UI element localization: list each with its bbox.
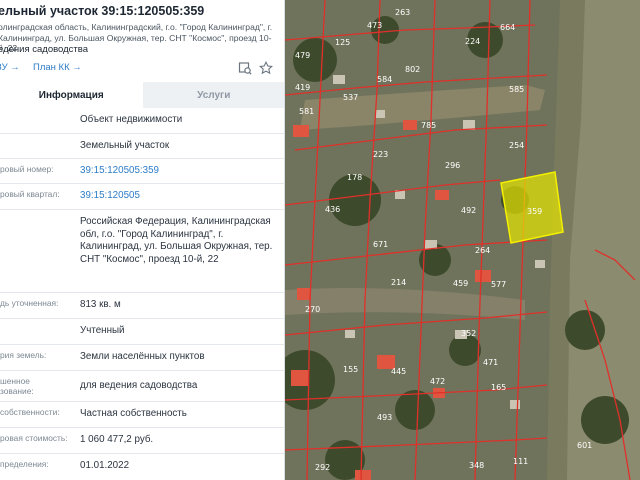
parcel-label: 125 (335, 38, 350, 47)
parcel-label: 577 (491, 280, 506, 289)
parcel-label: 264 (475, 246, 490, 255)
info-value: 1 060 477,2 руб. (80, 434, 154, 445)
parcel-label: 584 (377, 75, 392, 84)
info-label: шенное зование: (0, 376, 34, 396)
parcel-label: 155 (343, 365, 358, 374)
parcel-label: 802 (405, 65, 420, 74)
info-value: для ведения садоводства (80, 380, 198, 391)
info-row: ровый квартал: 39:15:120505 (0, 184, 284, 210)
info-value: 01.01.2022 (80, 460, 130, 471)
parcel-label: 472 (430, 377, 445, 386)
info-row: дь уточненная: 813 кв. м (0, 293, 284, 319)
parcel-label: 537 (343, 93, 358, 102)
parcel-label: 585 (509, 85, 524, 94)
parcel-label: 292 (315, 463, 330, 472)
parcel-label: 178 (347, 173, 362, 182)
info-row: Учтенный (0, 319, 284, 345)
info-row: ровый номер: 39:15:120505:359 (0, 159, 284, 184)
parcel-label: 664 (500, 23, 515, 32)
parcel-label: 785 (421, 121, 436, 130)
info-value: Частная собственность (80, 408, 187, 419)
parcel-label: 471 (483, 358, 498, 367)
cadastral-quarter-link[interactable]: 39:15:120505 (78, 184, 284, 209)
plan-kk-link[interactable]: План КК → (33, 62, 82, 73)
info-label: собственности: (0, 407, 60, 417)
info-row: шенное зование: для ведения садоводства (0, 371, 284, 402)
parcel-label: 359 (527, 207, 542, 216)
info-label (0, 108, 78, 133)
parcel-label: 348 (469, 461, 484, 470)
cadastral-number-link[interactable]: 39:15:120505:359 (78, 159, 284, 183)
map-canvas[interactable]: 263 664 479 125 473 224 419 584 802 537 … (285, 0, 640, 480)
parcel-label: 479 (295, 51, 310, 60)
parcel-label: 296 (445, 161, 460, 170)
parcel-label: 224 (465, 37, 480, 46)
info-label (0, 134, 78, 158)
info-row: рия земель: Земли населённых пунктов (0, 345, 284, 371)
info-row: пределения: 01.01.2022 (0, 454, 284, 480)
cadastral-map[interactable]: 263 664 479 125 473 224 419 584 802 537 … (285, 0, 640, 480)
parcel-purpose: едения садоводства (0, 44, 88, 55)
info-value: 813 кв. м (80, 299, 121, 310)
info-label: рия земель: (0, 350, 47, 360)
info-value: Объект недвижимости (80, 114, 183, 125)
info-value: Земли населённых пунктов (80, 351, 205, 362)
parcel-label: 111 (513, 457, 528, 466)
tab-services[interactable]: Услуги (142, 82, 284, 108)
parcel-label: 254 (509, 141, 524, 150)
parcel-label: 270 (305, 305, 320, 314)
parcel-label: 223 (373, 150, 388, 159)
info-label (0, 210, 78, 292)
parcel-label: 436 (325, 205, 340, 214)
parcel-label: 493 (377, 413, 392, 422)
info-row: ровая стоимость: 1 060 477,2 руб. (0, 428, 284, 454)
tab-bar: Информация Услуги (0, 82, 284, 108)
info-label: пределения: (0, 459, 49, 469)
info-value: Земельный участок (80, 140, 170, 151)
zu-link[interactable]: ЗУ → (0, 62, 20, 73)
info-row: Российская Федерация, Калининградская об… (0, 210, 284, 293)
parcel-label: 352 (461, 329, 476, 338)
star-icon[interactable] (259, 61, 273, 75)
parcel-label: 263 (395, 8, 410, 17)
parcel-label: 601 (577, 441, 592, 450)
parcel-label: 473 (367, 21, 382, 30)
info-label: ровый номер: (0, 164, 54, 174)
panel-header: ельный участок 39:15:120505:359 олинград… (0, 0, 284, 80)
parcel-label: 492 (461, 206, 476, 215)
info-row: собственности: Частная собственность (0, 402, 284, 428)
parcel-label: 581 (299, 107, 314, 116)
tab-information[interactable]: Информация (0, 82, 143, 108)
map-pin-icon[interactable] (238, 61, 252, 75)
parcel-label: 671 (373, 240, 388, 249)
info-row: Объект недвижимости (0, 108, 284, 134)
parcel-label: 165 (491, 383, 506, 392)
info-label: ровая стоимость: (0, 433, 68, 443)
info-row: Земельный участок (0, 134, 284, 159)
info-panel: ельный участок 39:15:120505:359 олинград… (0, 0, 285, 480)
info-label: дь уточненная: (0, 298, 59, 308)
info-value: Российская Федерация, Калининградская об… (80, 216, 273, 265)
info-label (0, 319, 78, 344)
info-table: Объект недвижимости Земельный участок ро… (0, 108, 284, 480)
info-label: ровый квартал: (0, 189, 60, 199)
parcel-label: 214 (391, 278, 406, 287)
parcel-label: 459 (453, 279, 468, 288)
parcel-label: 419 (295, 83, 310, 92)
parcel-label: 445 (391, 367, 406, 376)
parcel-title: ельный участок 39:15:120505:359 (0, 4, 205, 18)
info-value: Учтенный (80, 325, 125, 336)
